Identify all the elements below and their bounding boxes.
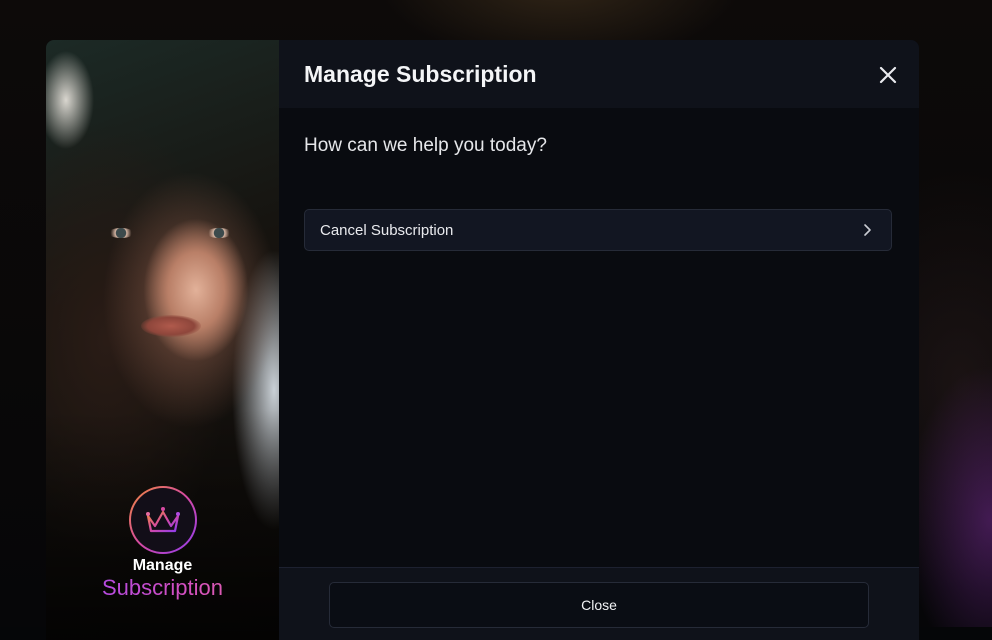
close-icon[interactable] — [879, 66, 897, 84]
modal-title: Manage Subscription — [304, 61, 537, 87]
portrait-lips — [141, 315, 201, 337]
manage-subscription-modal: Manage Subscription Manage Subscription … — [46, 40, 919, 640]
brand-title-line2: Subscription — [46, 575, 279, 601]
brand-badge: Manage Subscription — [46, 486, 279, 601]
option-label: Cancel Subscription — [320, 221, 454, 239]
crown-badge-ring — [128, 486, 197, 554]
modal-footer: Close — [279, 567, 919, 640]
close-button[interactable]: Close — [329, 582, 869, 628]
portrait-eye-right — [206, 228, 232, 238]
portrait-eye-left — [108, 228, 134, 238]
chevron-right-icon — [864, 224, 871, 236]
modal-content: Manage Subscription How can we help you … — [279, 40, 919, 640]
help-prompt: How can we help you today? — [304, 135, 547, 156]
modal-header: Manage Subscription — [279, 40, 919, 108]
cancel-subscription-option[interactable]: Cancel Subscription — [304, 209, 892, 251]
brand-title-line1: Manage — [132, 557, 193, 574]
side-promo-panel: Manage Subscription — [46, 40, 279, 640]
crown-icon — [145, 507, 180, 533]
